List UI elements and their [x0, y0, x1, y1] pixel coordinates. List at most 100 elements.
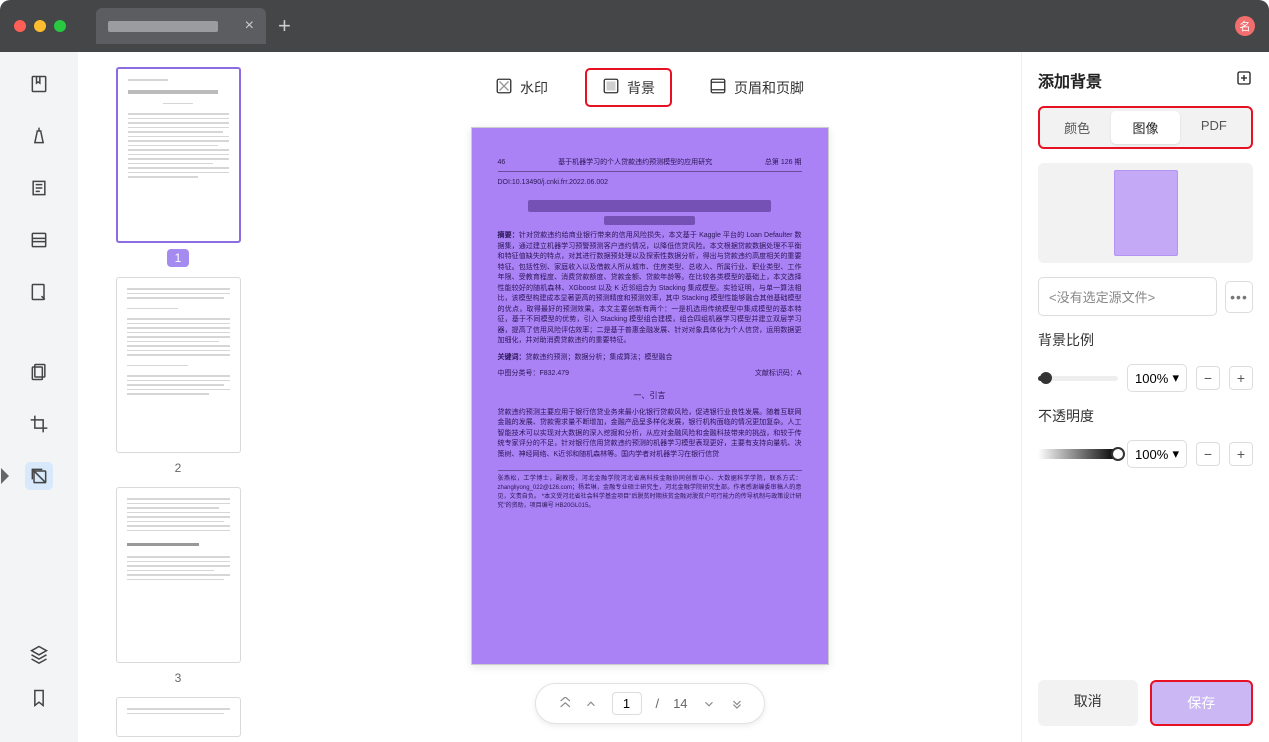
form-tool-icon[interactable] — [25, 226, 53, 254]
traffic-lights — [14, 20, 66, 32]
page-input[interactable] — [611, 692, 641, 715]
scale-label: 背景比例 — [1038, 330, 1253, 350]
tab-header-footer[interactable]: 页眉和页脚 — [694, 68, 819, 107]
background-preview — [1038, 163, 1253, 263]
thumbnail-item[interactable]: 1 — [116, 67, 241, 267]
active-indicator-icon — [1, 462, 9, 490]
chevron-down-icon: ▾ — [1172, 370, 1179, 386]
page-navigator: / 14 — [534, 683, 764, 724]
app-window: × + 名 — [0, 0, 1269, 742]
layers-icon[interactable] — [25, 640, 53, 668]
thumbnail-number: 1 — [167, 249, 190, 267]
avatar[interactable]: 名 — [1235, 16, 1255, 36]
watermark-icon — [495, 77, 513, 98]
window-minimize-icon[interactable] — [34, 20, 46, 32]
thumbnail-page-1[interactable] — [116, 67, 241, 243]
opacity-minus-button[interactable]: − — [1196, 442, 1220, 466]
chevron-down-icon: ▾ — [1172, 446, 1179, 462]
source-file-select[interactable]: <没有选定源文件> — [1038, 277, 1217, 316]
sign-tool-icon[interactable] — [25, 278, 53, 306]
page-issue: 总第 126 期 — [765, 158, 802, 169]
thumbnail-page-4[interactable] — [116, 697, 241, 737]
cancel-button[interactable]: 取消 — [1038, 680, 1138, 726]
tab-label: 页眉和页脚 — [734, 78, 804, 98]
scale-control: 100% ▾ − + — [1038, 364, 1253, 392]
body-area: 1 2 — [0, 52, 1269, 742]
seg-color[interactable]: 颜色 — [1043, 111, 1111, 144]
thumbnail-item[interactable]: 2 — [116, 277, 241, 477]
tab-title — [108, 21, 218, 32]
edit-tool-icon[interactable] — [25, 174, 53, 202]
preview-thumbnail — [1114, 170, 1178, 256]
seg-image[interactable]: 图像 — [1111, 111, 1179, 144]
opacity-slider[interactable] — [1038, 449, 1118, 459]
keywords-paragraph: 关键词：贷款违约预测；数据分析；集成算法；模型融合 — [498, 353, 802, 364]
opacity-plus-button[interactable]: + — [1229, 442, 1253, 466]
thumbnail-item[interactable] — [116, 697, 241, 737]
last-page-icon[interactable] — [730, 697, 744, 711]
panel-header: 添加背景 — [1038, 68, 1253, 92]
page-number: 46 — [498, 158, 506, 169]
header-footer-icon — [709, 77, 727, 98]
page-separator: / — [655, 696, 659, 711]
page-header: 46 基于机器学习的个人贷款违约预测模型的应用研究 总第 126 期 — [498, 158, 802, 172]
classification-row: 中图分类号：F832.479 文献标识码：A — [498, 369, 802, 380]
scale-minus-button[interactable]: − — [1196, 366, 1220, 390]
intro-paragraph: 贷款违约预测主要应用于银行信贷业务来最小化银行贷款风险，促进银行业良性发展。随着… — [498, 408, 802, 461]
tab-label: 水印 — [520, 78, 548, 98]
top-mode-tabs: 水印 背景 页眉和页脚 — [278, 52, 1021, 115]
panel-footer-buttons: 取消 保存 — [1038, 680, 1253, 726]
window-zoom-icon[interactable] — [54, 20, 66, 32]
background-icon — [602, 77, 620, 98]
scale-slider[interactable] — [1038, 376, 1118, 381]
background-tool-icon[interactable] — [25, 462, 53, 490]
thumbnail-item[interactable]: 3 — [116, 487, 241, 687]
redacted-line — [604, 216, 695, 225]
bookmark-ribbon-icon[interactable] — [25, 684, 53, 712]
panel-title: 添加背景 — [1038, 68, 1102, 92]
section-heading: 一、引言 — [498, 390, 802, 402]
source-file-row: <没有选定源文件> ••• — [1038, 277, 1253, 316]
tab-watermark[interactable]: 水印 — [480, 68, 563, 107]
center-area: 水印 背景 页眉和页脚 46 基于机器学习的个人贷款违约预测模型的应用研究 总第… — [278, 52, 1021, 742]
footnote: 张燕松，工学博士，副教授，河北金融学院河北省高科技金融协同创新中心、大数据科学学… — [498, 470, 802, 511]
thumbnail-page-3[interactable] — [116, 487, 241, 663]
tab-bar: × + — [96, 0, 291, 52]
tab-close-icon[interactable]: × — [245, 17, 254, 35]
opacity-label: 不透明度 — [1038, 406, 1253, 426]
annotate-tool-icon[interactable] — [25, 122, 53, 150]
thumbnail-number: 3 — [167, 669, 190, 687]
opacity-value-select[interactable]: 100% ▾ — [1127, 440, 1187, 468]
page-title: 基于机器学习的个人贷款违约预测模型的应用研究 — [558, 158, 712, 169]
source-more-icon[interactable]: ••• — [1225, 281, 1253, 313]
page-total: 14 — [673, 696, 687, 711]
document-tab[interactable]: × — [96, 8, 266, 44]
scale-value-select[interactable]: 100% ▾ — [1127, 364, 1187, 392]
doi-text: DOI:10.13490/j.cnki.frr.2022.06.002 — [498, 178, 802, 189]
tab-add-icon[interactable]: + — [278, 13, 291, 39]
bookmark-tool-icon[interactable] — [25, 70, 53, 98]
tab-label: 背景 — [627, 78, 655, 98]
next-page-icon[interactable] — [702, 697, 716, 711]
save-button[interactable]: 保存 — [1150, 680, 1254, 726]
tab-background[interactable]: 背景 — [585, 68, 672, 107]
abstract-paragraph: 摘要：针对贷款违约给商业银行带来的信用风险损失，本文基于 Kaggle 平台的 … — [498, 231, 802, 347]
first-page-icon[interactable] — [555, 697, 569, 711]
crop-tool-icon[interactable] — [25, 410, 53, 438]
window-close-icon[interactable] — [14, 20, 26, 32]
file-stack-icon[interactable] — [25, 358, 53, 386]
document-viewport: 46 基于机器学习的个人贷款违约预测模型的应用研究 总第 126 期 DOI:1… — [278, 115, 1021, 742]
thumbnail-panel: 1 2 — [78, 52, 278, 742]
prev-page-icon[interactable] — [583, 697, 597, 711]
titlebar: × + 名 — [0, 0, 1269, 52]
document-page[interactable]: 46 基于机器学习的个人贷款违约预测模型的应用研究 总第 126 期 DOI:1… — [471, 127, 829, 665]
seg-pdf[interactable]: PDF — [1180, 111, 1248, 144]
background-type-segmented: 颜色 图像 PDF — [1038, 106, 1253, 149]
redacted-line — [528, 200, 771, 212]
left-toolbar — [0, 52, 78, 742]
thumbnail-number: 2 — [167, 459, 190, 477]
opacity-control: 100% ▾ − + — [1038, 440, 1253, 468]
scale-plus-button[interactable]: + — [1229, 366, 1253, 390]
thumbnail-page-2[interactable] — [116, 277, 241, 453]
add-preset-icon[interactable] — [1235, 69, 1253, 92]
